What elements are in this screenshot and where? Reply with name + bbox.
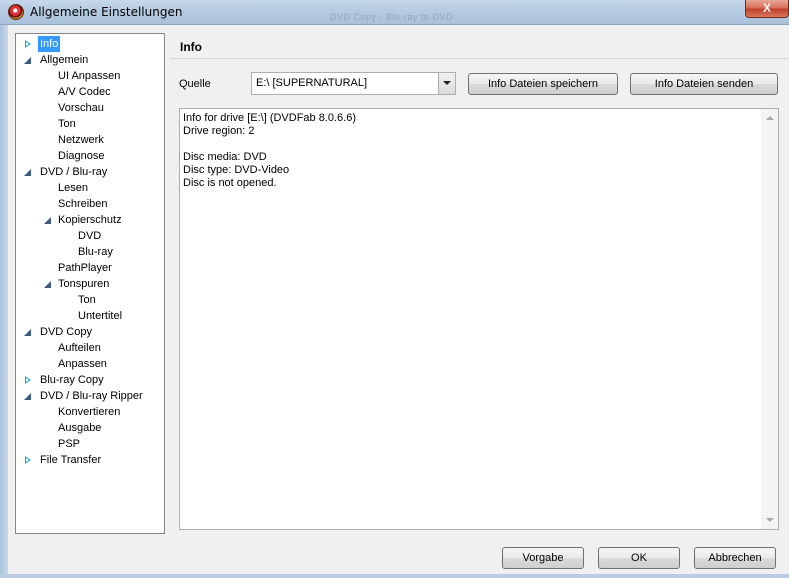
tree-item-label: Lesen — [58, 182, 88, 194]
tree-item-label: Blu-ray — [78, 246, 113, 258]
tree-item-label: Kopierschutz — [58, 214, 122, 226]
tree-item-label: DVD / Blu-ray Ripper — [40, 390, 143, 402]
collapse-arrow-icon[interactable] — [24, 56, 32, 65]
scroll-up-arrow-icon[interactable] — [766, 116, 774, 120]
window-frame-left — [0, 25, 8, 578]
collapse-arrow-icon[interactable] — [24, 392, 32, 401]
collapse-arrow-icon[interactable] — [24, 328, 32, 337]
info-line: Disc media: DVD — [183, 151, 267, 163]
background-window-title: DVD Copy - Blu-ray to DVD — [330, 12, 454, 22]
info-line: Disc is not opened. — [183, 177, 277, 189]
tree-item-label: Ton — [78, 294, 96, 306]
tree-item-label: File Transfer — [40, 454, 102, 466]
tree-item-label: Vorschau — [58, 102, 104, 114]
source-select[interactable]: E:\ [SUPERNATURAL] — [251, 72, 456, 95]
tree-item-label: UI Anpassen — [58, 70, 121, 82]
expand-arrow-icon[interactable] — [24, 376, 32, 385]
tree-item-label: Tonspuren — [58, 278, 110, 290]
window-frame-bottom — [0, 574, 789, 578]
info-line: Disc type: DVD-Video — [183, 164, 290, 176]
close-window-button[interactable]: X — [745, 0, 789, 18]
chevron-down-icon[interactable] — [438, 73, 455, 94]
tree-item-label: DVD / Blu-ray — [40, 166, 108, 178]
tree-item-label: Aufteilen — [58, 342, 101, 354]
section-title: Info — [180, 40, 202, 54]
info-panel: Info Quelle E:\ [SUPERNATURAL] Info Date… — [170, 33, 789, 539]
tree-item-label: PSP — [58, 438, 81, 450]
tree-item-label: Info — [38, 36, 61, 52]
source-label: Quelle — [179, 78, 211, 90]
collapse-arrow-icon[interactable] — [44, 280, 52, 289]
tree-item-label: DVD — [78, 230, 102, 242]
tree-item-label: Anpassen — [58, 358, 107, 370]
info-line: Info for drive [E:\] (DVDFab 8.0.6.6) — [183, 112, 357, 124]
vertical-scrollbar[interactable] — [761, 109, 778, 529]
tree-item-label: Schreiben — [58, 198, 108, 210]
collapse-arrow-icon[interactable] — [24, 168, 32, 177]
tree-item-label: DVD Copy — [40, 326, 92, 338]
tree-item-label: Ausgabe — [58, 422, 102, 434]
tree-item-label: Ton — [58, 118, 76, 130]
collapse-arrow-icon[interactable] — [44, 216, 52, 225]
cancel-button[interactable]: Abbrechen — [694, 547, 776, 569]
tree-item-label: A/V Codec — [58, 86, 111, 98]
default-button[interactable]: Vorgabe — [502, 547, 584, 569]
tree-item-label: Blu-ray Copy — [40, 374, 104, 386]
expand-arrow-icon[interactable] — [24, 456, 32, 465]
window-title: Allgemeine Einstellungen — [30, 5, 183, 19]
info-text-area[interactable]: Info for drive [E:\] (DVDFab 8.0.6.6) Dr… — [179, 108, 779, 530]
tree-item-label: Konvertieren — [58, 406, 121, 418]
dvdfab-app-icon — [8, 4, 24, 20]
send-info-files-button[interactable]: Info Dateien senden — [630, 73, 778, 95]
tree-item-label: Allgemein — [40, 54, 89, 66]
ok-button[interactable]: OK — [598, 547, 680, 569]
tree-item-label: PathPlayer — [58, 262, 112, 274]
expand-arrow-icon[interactable] — [24, 40, 32, 49]
tree-item-label: Netzwerk — [58, 134, 104, 146]
title-bar: Allgemeine Einstellungen DVD Copy - Blu-… — [0, 0, 789, 25]
section-header: Info — [170, 33, 789, 59]
save-info-files-button[interactable]: Info Dateien speichern — [468, 73, 618, 95]
tree-item-label: Diagnose — [58, 150, 105, 162]
settings-tree[interactable]: Info Allgemein UI Anpassen A/V Codec Vor… — [15, 33, 165, 534]
info-line: Drive region: 2 — [183, 125, 255, 137]
source-select-value: E:\ [SUPERNATURAL] — [256, 77, 368, 89]
tree-item-label: Untertitel — [78, 310, 123, 322]
scroll-down-arrow-icon[interactable] — [766, 518, 774, 522]
